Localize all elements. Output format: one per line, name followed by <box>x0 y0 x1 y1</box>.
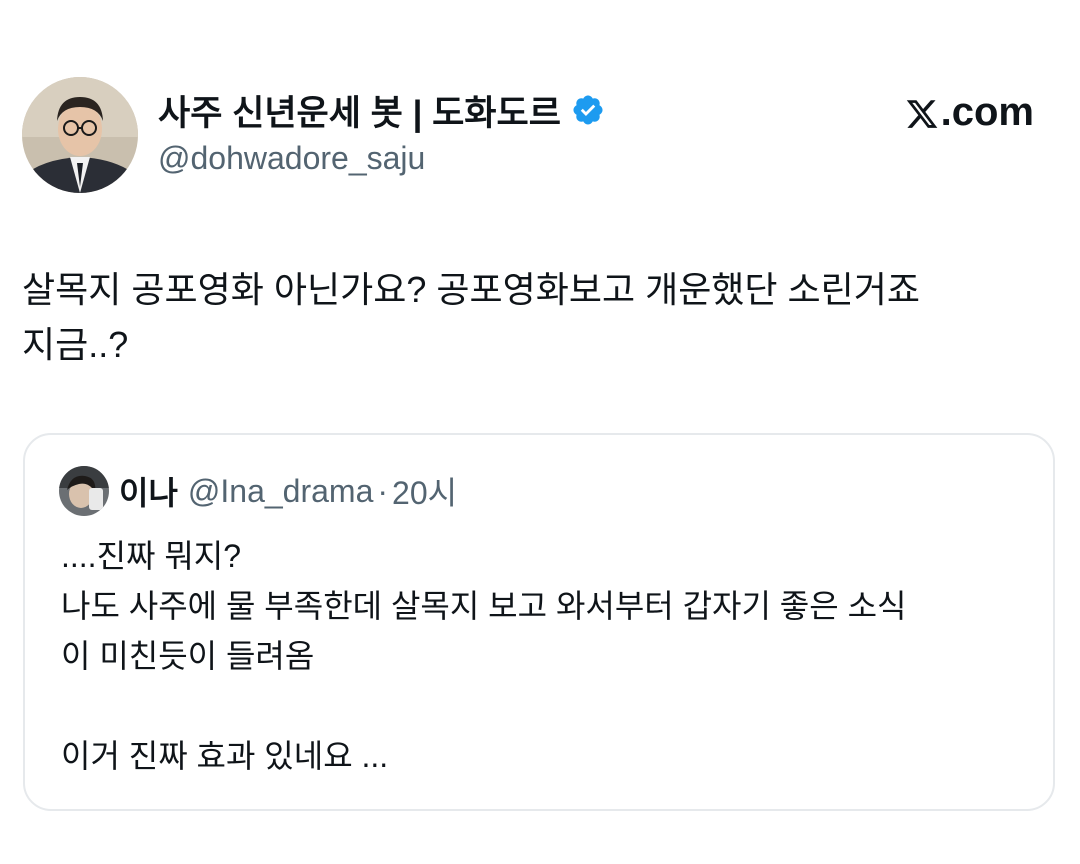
author-avatar[interactable] <box>22 77 138 193</box>
quoted-author-name[interactable]: 이나 <box>119 468 178 514</box>
quoted-tweet-text: ....진짜 뭐지? 나도 사주에 물 부족한데 살목지 보고 와서부터 갑자기… <box>61 531 1041 781</box>
quoted-tweet-meta: @Ina_drama · 20시 <box>188 468 457 514</box>
quoted-tweet-time[interactable]: 20시 <box>392 468 457 514</box>
quoted-author-handle[interactable]: @Ina_drama <box>188 473 373 510</box>
quoted-line <box>61 681 1041 731</box>
author-handle[interactable]: @dohwadore_saju <box>158 140 425 177</box>
quoted-line: 나도 사주에 물 부족한데 살목지 보고 와서부터 갑자기 좋은 소식 <box>61 588 907 624</box>
quoted-line: 이거 진짜 효과 있네요 ... <box>61 738 389 774</box>
tweet-text: 살목지 공포영화 아닌가요? 공포영화보고 개운했단 소린거죠 지금..? <box>22 262 1058 372</box>
xcom-brand: .com <box>905 90 1034 135</box>
quoted-tweet-card[interactable]: 이나 @Ina_drama · 20시 ....진짜 뭐지? 나도 사주에 물 … <box>23 433 1055 811</box>
author-name-row: 사주 신년운세 봇 | 도화도르 <box>158 86 605 134</box>
profile-photo-small <box>59 466 109 516</box>
profile-photo <box>22 77 138 193</box>
quoted-tweet-header: 이나 @Ina_drama · 20시 <box>59 465 457 517</box>
verified-badge-icon <box>571 93 605 127</box>
quoted-author-avatar[interactable] <box>59 466 109 516</box>
quoted-line: 이 미친듯이 들려옴 <box>61 638 315 674</box>
quoted-line: ....진짜 뭐지? <box>61 538 242 574</box>
brand-domain-label: .com <box>940 90 1034 134</box>
meta-separator: · <box>377 472 389 509</box>
tweet-line: 살목지 공포영화 아닌가요? 공포영화보고 개운했단 소린거죠 <box>22 269 921 310</box>
tweet-line: 지금..? <box>22 324 129 365</box>
author-display-name[interactable]: 사주 신년운세 봇 | 도화도르 <box>158 85 561 136</box>
x-logo-icon <box>905 96 939 130</box>
